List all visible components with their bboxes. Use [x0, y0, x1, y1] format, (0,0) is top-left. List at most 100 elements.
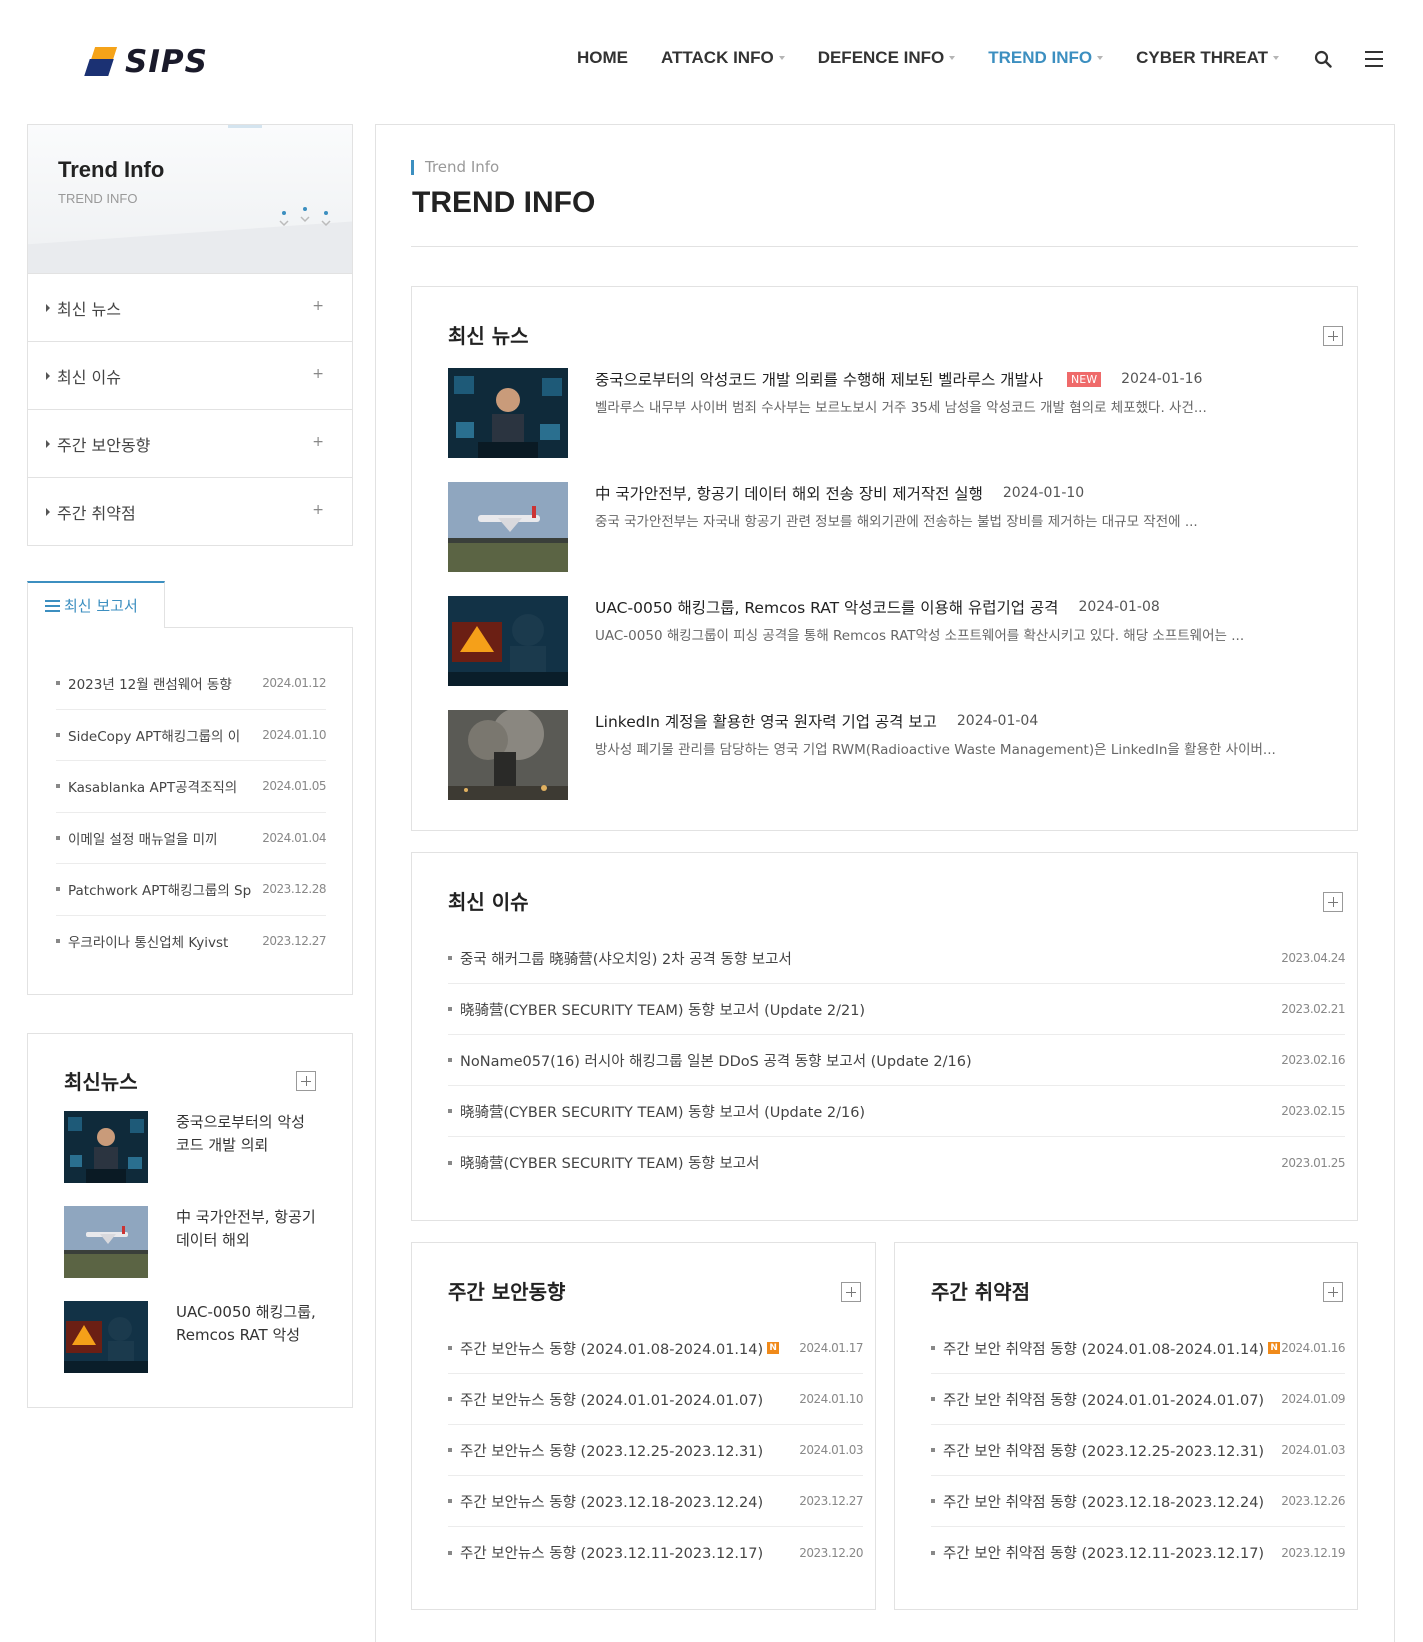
sidebar-header: Trend Info TREND INFO [28, 125, 352, 273]
list-item[interactable]: 晓骑营(CYBER SECURITY TEAM) 동향 보고서 (Update … [448, 984, 1345, 1035]
tab-latest-reports[interactable]: 최신 보고서 [27, 581, 165, 628]
list-item[interactable]: 2023년 12월 랜섬웨어 동향 2024.01.12 [56, 658, 326, 710]
sidebar-title: Trend Info [58, 157, 165, 182]
logo-mark-icon [84, 47, 118, 77]
side-news-title: 최신뉴스 [64, 1070, 138, 1094]
nav-defence-info[interactable]: DEFENCE INFO [818, 48, 956, 68]
sidebar-item-weekly-vuln[interactable]: 주간 취약점 + [28, 477, 352, 545]
list-item[interactable]: Patchwork APT해킹그룹의 Sp 2023.12.28 [56, 864, 326, 916]
chevron-down-icon [949, 56, 956, 60]
latest-news-panel: 최신 뉴스 중국으로부터의 악성코드 개발 의뢰를 수행해 제보된 벨라루스 개… [411, 286, 1358, 831]
side-news-item[interactable]: UAC-0050 해킹그룹, Remcos RAT 악성 [64, 1301, 324, 1373]
latest-issues-title: 최신 이슈 [448, 890, 529, 914]
new-badge: N [1268, 1342, 1281, 1354]
caret-right-icon [46, 303, 50, 312]
news-item[interactable]: 中 국가안전부, 항공기 데이터 해외 전송 장비 제거작전 실행 2024-01… [448, 482, 1328, 574]
nav-home[interactable]: HOME [577, 48, 628, 68]
news-description: 방사성 폐기물 관리를 담당하는 영국 기업 RWM(Radioactive W… [595, 742, 1276, 758]
page-title: TREND INFO [412, 186, 596, 219]
list-item[interactable]: 주간 보안뉴스 동향 (2023.12.11-2023.12.17) 2023.1… [448, 1527, 863, 1578]
list-item[interactable]: 주간 보안 취약점 동향 (2023.12.18-2023.12.24) 2023… [931, 1476, 1345, 1527]
list-icon [45, 599, 60, 612]
list-item[interactable]: 晓骑营(CYBER SECURITY TEAM) 동향 보고서 2023.01.2… [448, 1137, 1345, 1188]
news-thumbnail-warning [448, 596, 568, 686]
chevron-down-icon [1097, 56, 1104, 60]
news-item[interactable]: 중국으로부터의 악성코드 개발 의뢰를 수행해 제보된 벨라루스 개발사 NEW 2… [448, 368, 1328, 460]
list-item[interactable]: 주간 보안 취약점 동향 (2023.12.11-2023.12.17) 2023… [931, 1527, 1345, 1578]
divider [411, 246, 1358, 247]
news-thumbnail-power-plant [448, 710, 568, 800]
news-date: 2024-01-16 [1121, 371, 1203, 387]
news-description: 중국 국가안전부는 자국내 항공기 관련 정보를 해외기관에 전송하는 불법 장… [595, 514, 1198, 530]
caret-right-icon [46, 371, 50, 380]
news-date: 2024-01-08 [1078, 599, 1160, 615]
sidebar-subtitle: TREND INFO [58, 191, 138, 206]
news-item[interactable]: LinkedIn 계정을 활용한 영국 원자력 기업 공격 보고 2024-01-… [448, 710, 1328, 802]
news-thumbnail-airplane [64, 1206, 148, 1278]
list-item[interactable]: 晓骑营(CYBER SECURITY TEAM) 동향 보고서 (Update … [448, 1086, 1345, 1137]
hamburger-menu-icon[interactable] [1365, 51, 1383, 67]
news-description: 벨라루스 내무부 사이버 범죄 수사부는 보르노보시 거주 35세 남성을 악성… [595, 400, 1207, 416]
list-item[interactable]: 주간 보안뉴스 동향 (2024.01.01-2024.01.07) 2024.0… [448, 1374, 863, 1425]
weekly-security-panel: 주간 보안동향 주간 보안뉴스 동향 (2024.01.08-2024.01.1… [411, 1242, 876, 1610]
news-title[interactable]: UAC-0050 해킹그룹, Remcos RAT 악성코드를 이용해 유럽기업… [595, 596, 1058, 618]
news-title[interactable]: LinkedIn 계정을 활용한 영국 원자력 기업 공격 보고 [595, 710, 937, 732]
weekly-security-title: 주간 보안동향 [448, 1280, 566, 1304]
sidebar-item-latest-issues[interactable]: 최신 이슈 + [28, 341, 352, 409]
news-thumbnail-hacker [64, 1111, 148, 1183]
list-item[interactable]: Kasablanka APT공격조직의 2024.01.05 [56, 761, 326, 813]
list-item[interactable]: 주간 보안뉴스 동향 (2023.12.25-2023.12.31) 2024.0… [448, 1425, 863, 1476]
list-item[interactable]: 중국 해커그룹 晓骑营(샤오치잉) 2차 공격 동향 보고서 2023.04.24 [448, 933, 1345, 984]
breadcrumb: Trend Info [411, 160, 499, 175]
sidebar-item-weekly-security[interactable]: 주간 보안동향 + [28, 409, 352, 477]
latest-news-title: 최신 뉴스 [448, 324, 529, 348]
caret-right-icon [46, 439, 50, 448]
new-badge: NEW [1067, 371, 1102, 387]
more-plus-icon[interactable] [841, 1282, 861, 1302]
more-plus-icon[interactable] [1323, 326, 1343, 346]
expand-plus-icon[interactable]: + [312, 298, 324, 314]
sidebar-menu: Trend Info TREND INFO 최신 뉴스 + 최신 이슈 + 주간… [27, 124, 353, 546]
caret-right-icon [46, 507, 50, 516]
side-news-item[interactable]: 중국으로부터의 악성코드 개발 의뢰 [64, 1111, 324, 1183]
news-description: UAC-0050 해킹그룹이 피싱 공격을 통해 Remcos RAT악성 소프… [595, 628, 1245, 644]
expand-plus-icon[interactable]: + [312, 366, 324, 382]
expand-plus-icon[interactable]: + [312, 434, 324, 450]
news-thumbnail-hacker [448, 368, 568, 458]
news-title[interactable]: 중국으로부터의 악성코드 개발 의뢰를 수행해 제보된 벨라루스 개발사 [595, 368, 1043, 390]
news-item[interactable]: UAC-0050 해킹그룹, Remcos RAT 악성코드를 이용해 유럽기업… [448, 596, 1328, 688]
list-item[interactable]: NoName057(16) 러시아 해킹그룹 일본 DDoS 공격 동향 보고서… [448, 1035, 1345, 1086]
nav-attack-info[interactable]: ATTACK INFO [661, 48, 785, 68]
latest-reports-panel: 2023년 12월 랜섬웨어 동향 2024.01.12 SideCopy APT… [27, 627, 353, 995]
news-thumbnail-airplane [448, 482, 568, 572]
list-item[interactable]: 주간 보안뉴스 동향 (2023.12.18-2023.12.24) 2023.1… [448, 1476, 863, 1527]
list-item[interactable]: SideCopy APT해킹그룹의 이 2024.01.10 [56, 710, 326, 761]
side-news-item[interactable]: 中 국가안전부, 항공기 데이터 해외 [64, 1206, 324, 1278]
search-icon[interactable] [1314, 50, 1332, 68]
list-item[interactable]: 주간 보안뉴스 동향 (2024.01.08-2024.01.14) N 2024.… [448, 1323, 863, 1374]
sidebar-item-latest-news[interactable]: 최신 뉴스 + [28, 273, 352, 341]
list-item[interactable]: 우크라이나 통신업체 Kyivst 2023.12.27 [56, 916, 326, 968]
nav-trend-info[interactable]: TREND INFO [988, 48, 1104, 68]
more-plus-icon[interactable] [1323, 1282, 1343, 1302]
list-item[interactable]: 주간 보안 취약점 동향 (2024.01.08-2024.01.14) N 202… [931, 1323, 1345, 1374]
news-thumbnail-warning [64, 1301, 148, 1373]
list-item[interactable]: 주간 보안 취약점 동향 (2024.01.01-2024.01.07) 2024… [931, 1374, 1345, 1425]
chevron-down-icon [1273, 56, 1280, 60]
chevron-down-icon [778, 56, 785, 60]
more-plus-icon[interactable] [296, 1071, 316, 1091]
weekly-vuln-panel: 주간 취약점 주간 보안 취약점 동향 (2024.01.08-2024.01.… [894, 1242, 1358, 1610]
latest-issues-panel: 최신 이슈 중국 해커그룹 晓骑营(샤오치잉) 2차 공격 동향 보고서 2023… [411, 852, 1358, 1221]
logo-text: SIPS [125, 44, 208, 80]
list-item[interactable]: 주간 보안 취약점 동향 (2023.12.25-2023.12.31) 2024… [931, 1425, 1345, 1476]
list-item[interactable]: 이메일 설정 매뉴얼을 미끼 2024.01.04 [56, 813, 326, 864]
nav-cyber-threat[interactable]: CYBER THREAT [1136, 48, 1280, 68]
weekly-vuln-title: 주간 취약점 [931, 1280, 1030, 1304]
new-badge: N [767, 1342, 780, 1354]
expand-plus-icon[interactable]: + [312, 502, 324, 518]
news-title[interactable]: 中 국가안전부, 항공기 데이터 해외 전송 장비 제거작전 실행 [595, 482, 983, 504]
site-logo[interactable]: SIPS [84, 42, 208, 82]
decorative-arrows-icon [279, 207, 331, 227]
main-nav: HOME ATTACK INFO DEFENCE INFO TREND INFO… [577, 48, 1312, 68]
more-plus-icon[interactable] [1323, 892, 1343, 912]
